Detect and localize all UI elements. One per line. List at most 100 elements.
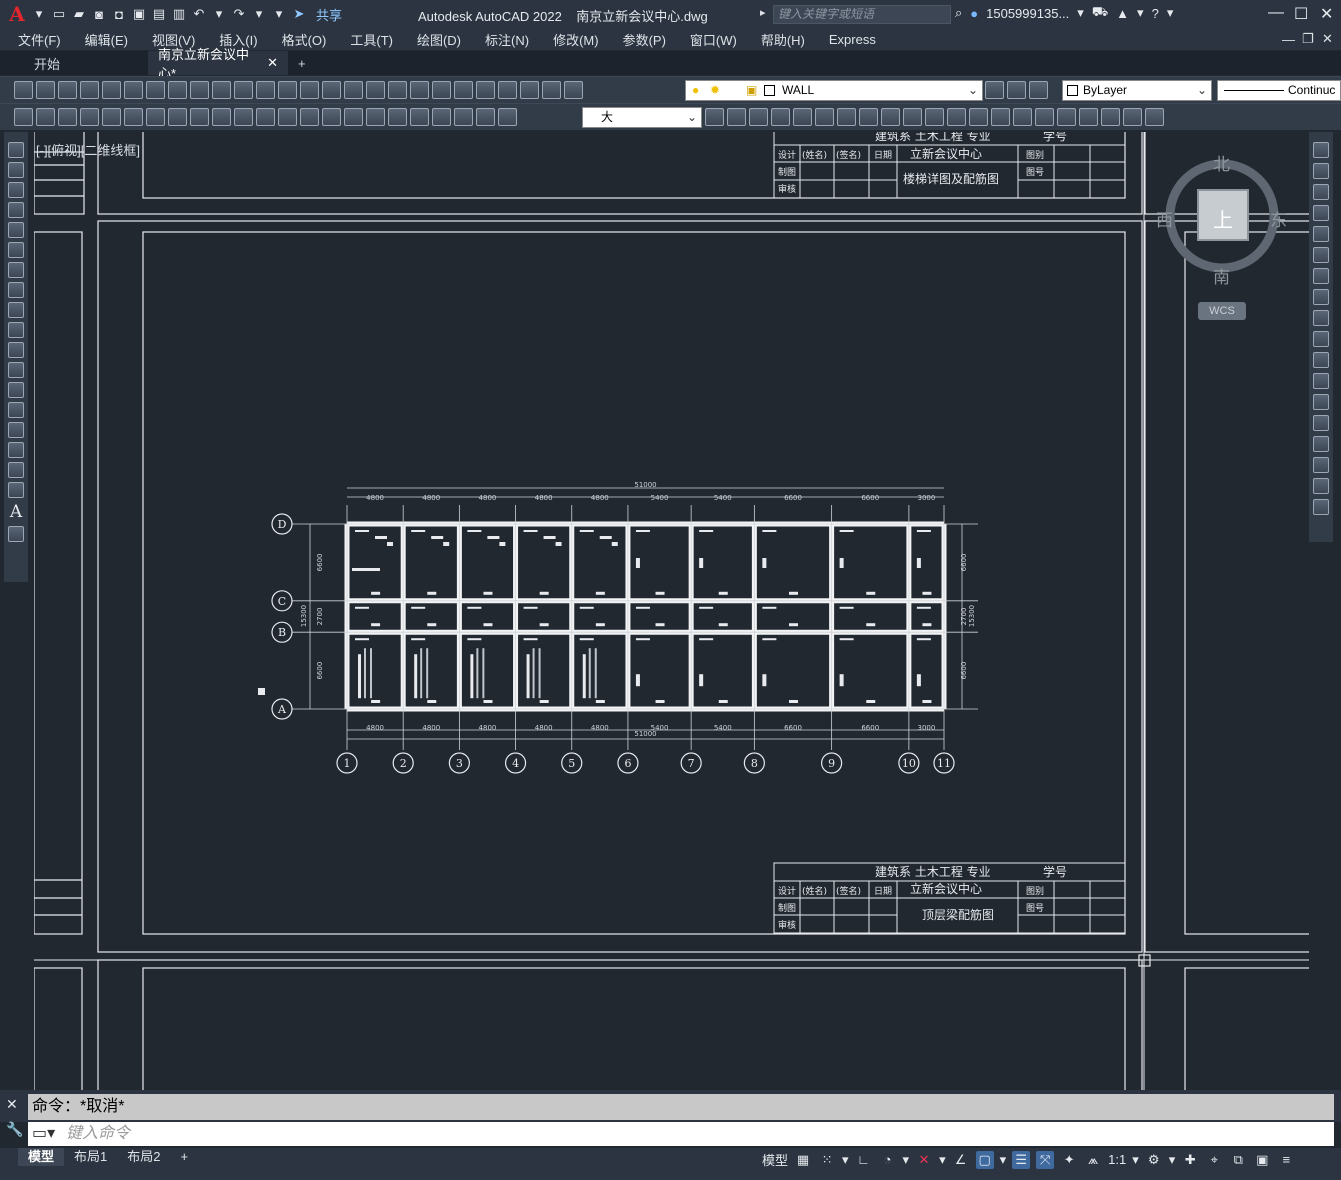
construction-line-icon[interactable] [8, 162, 24, 178]
zoom-window-icon[interactable] [366, 81, 385, 99]
scale-icon[interactable] [1313, 289, 1329, 305]
markup-icon[interactable] [498, 81, 517, 99]
doc-restore-icon[interactable]: ❐ [1302, 31, 1314, 47]
viewcube[interactable]: 北 西 东 南 上 [1156, 150, 1287, 290]
insert-block-icon[interactable] [8, 362, 24, 378]
attach-icon[interactable] [1145, 108, 1164, 126]
subtract-icon[interactable] [771, 108, 790, 126]
text-edit-icon[interactable] [36, 108, 55, 126]
layer-state-icon[interactable] [1029, 81, 1048, 99]
ortho-icon[interactable]: ∟ [855, 1151, 873, 1169]
image-icon[interactable] [1123, 108, 1142, 126]
web-icon[interactable] [146, 81, 165, 99]
annotation-visibility-icon[interactable]: ✦ [1060, 1151, 1078, 1169]
fillet-icon[interactable] [1313, 457, 1329, 473]
make-current-icon[interactable] [985, 81, 1004, 99]
menu-tools[interactable]: 工具(T) [350, 30, 393, 49]
circle-icon[interactable] [8, 262, 24, 278]
close-icon[interactable]: ✕ [1320, 4, 1333, 24]
jogged-linear-icon[interactable] [432, 108, 451, 126]
mirror-icon[interactable] [1313, 184, 1329, 200]
cart-icon[interactable]: ⛟ [1092, 4, 1108, 22]
extend-icon[interactable] [1313, 352, 1329, 368]
ordinate-dim-icon[interactable] [146, 108, 165, 126]
maximize-icon[interactable]: ☐ [1294, 4, 1308, 24]
copy-object-icon[interactable] [1313, 163, 1329, 179]
command-input[interactable]: ▭▾ 键入命令 [28, 1122, 1334, 1146]
angular-dim-icon[interactable] [234, 108, 253, 126]
undo-tool-icon[interactable] [278, 81, 297, 99]
command-prompt-icon[interactable]: ▭▾ [32, 1122, 55, 1146]
match-properties-icon[interactable] [234, 81, 253, 99]
spline-icon[interactable] [8, 302, 24, 318]
chamfer-icon[interactable] [1313, 436, 1329, 452]
menu-edit[interactable]: 编辑(E) [85, 30, 128, 49]
color-dropdown[interactable]: ByLayer ⌄ [1062, 80, 1212, 101]
dim-text-edit-icon[interactable] [476, 108, 495, 126]
isodraft-dropdown-icon[interactable]: ▾ [939, 1152, 946, 1168]
hatch-icon[interactable] [8, 422, 24, 438]
workspace-dropdown-icon[interactable]: ▾ [1169, 1152, 1176, 1168]
block-editor-icon[interactable] [256, 81, 275, 99]
tab-model[interactable]: 模型 [18, 1148, 65, 1166]
undo-dropdown-icon[interactable]: ▾ [210, 5, 228, 23]
arc-icon[interactable] [8, 242, 24, 258]
stretch-icon[interactable] [1313, 310, 1329, 326]
search-icon[interactable]: ⌕ [955, 5, 962, 21]
selection-cycling-icon[interactable]: ⤧ [1036, 1150, 1055, 1169]
open-icon[interactable] [36, 81, 55, 99]
aligned-dim-icon[interactable] [102, 108, 121, 126]
redo-icon[interactable]: ↷ [230, 5, 248, 23]
array-icon[interactable] [1313, 226, 1329, 242]
tolerance-icon[interactable] [366, 108, 385, 126]
new-icon[interactable] [14, 81, 33, 99]
section-icon[interactable] [1035, 108, 1054, 126]
continue-dim-icon[interactable] [300, 108, 319, 126]
rotate-icon[interactable] [1313, 268, 1329, 284]
copy-icon[interactable] [190, 81, 209, 99]
box-icon[interactable] [727, 108, 746, 126]
clean-screen-icon[interactable]: ▣ [1253, 1151, 1271, 1169]
ucs-icon[interactable] [793, 108, 812, 126]
autocad-logo-icon[interactable]: A [6, 2, 28, 26]
web-open-icon[interactable]: ▣ [130, 5, 148, 23]
osnap-dropdown-icon[interactable]: ▾ [1000, 1152, 1007, 1168]
rectangle-icon[interactable] [8, 222, 24, 238]
mtext-icon[interactable]: A [10, 502, 22, 522]
open-file-icon[interactable]: ▰ [70, 5, 88, 23]
revcloud-icon[interactable] [8, 282, 24, 298]
redo-dropdown-icon[interactable]: ▾ [250, 5, 268, 23]
xref-icon[interactable] [1079, 108, 1098, 126]
ucs-origin-icon[interactable] [815, 108, 834, 126]
auto-scale-icon[interactable]: ⩕ [1084, 1151, 1102, 1169]
menu-format[interactable]: 格式(O) [282, 30, 327, 49]
plot-icon[interactable]: ▥ [170, 5, 188, 23]
viewcube-north[interactable]: 北 [1213, 150, 1230, 175]
quick-properties-icon[interactable]: ⧉ [1229, 1151, 1247, 1169]
render-icon[interactable] [903, 108, 922, 126]
web-save-icon[interactable]: ▤ [150, 5, 168, 23]
blend-icon[interactable] [1313, 478, 1329, 494]
draw-order-icon[interactable] [14, 108, 33, 126]
autodesk-a360-icon[interactable]: ▲ [1116, 6, 1129, 21]
dim-style-icon[interactable] [705, 108, 724, 126]
polyline-icon[interactable] [8, 182, 24, 198]
orbit-icon[interactable] [859, 108, 878, 126]
solid-edit-icon[interactable] [991, 108, 1010, 126]
new-file-icon[interactable]: ▭ [50, 5, 68, 23]
menu-express[interactable]: Express [829, 32, 876, 47]
search-arrow-icon[interactable]: ▸ [760, 6, 766, 19]
menu-help[interactable]: 帮助(H) [761, 30, 805, 49]
join-icon[interactable] [1313, 415, 1329, 431]
tab-layout2[interactable]: 布局2 [117, 1148, 170, 1166]
menu-file[interactable]: 文件(F) [18, 30, 61, 49]
help-tool-icon[interactable] [542, 81, 561, 99]
share-icon[interactable]: ➤ [290, 5, 308, 23]
pan-icon[interactable] [322, 81, 341, 99]
paste-icon[interactable] [212, 81, 231, 99]
offset-icon[interactable] [1313, 205, 1329, 221]
print-icon[interactable] [80, 81, 99, 99]
viewcube-south[interactable]: 南 [1213, 263, 1230, 288]
layer-previous-icon[interactable] [1007, 81, 1026, 99]
undo-icon[interactable]: ↶ [190, 5, 208, 23]
